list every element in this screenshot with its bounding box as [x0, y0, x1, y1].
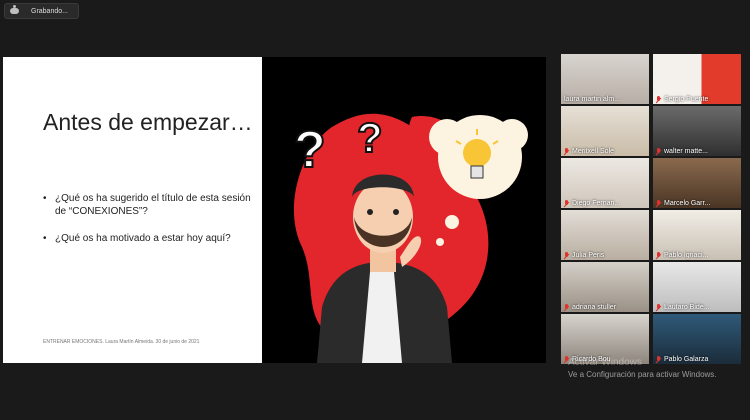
- participant-name: Diego Fernan...: [572, 200, 621, 207]
- slide-illustration: ? ?: [262, 57, 546, 363]
- participant-name: Julia Peris: [572, 252, 605, 259]
- participant-name: Marcelo Garr...: [664, 200, 711, 207]
- muted-mic-icon: [656, 148, 661, 155]
- participant-name: Lautaro Bide...: [664, 304, 710, 311]
- muted-mic-icon: [564, 304, 569, 311]
- participant-tile[interactable]: Meritxell Sole: [561, 106, 649, 156]
- participant-tile[interactable]: Diego Fernan...: [561, 158, 649, 208]
- participant-tile[interactable]: Lautaro Bide...: [653, 262, 741, 312]
- slide-bullet: ¿Qué os ha sugerido el título de esta se…: [43, 192, 253, 218]
- participant-tile[interactable]: walter matte...: [653, 106, 741, 156]
- participant-name: laura martin alm...: [564, 96, 621, 103]
- participant-tile[interactable]: Sergio Puente: [653, 54, 741, 104]
- muted-mic-icon: [564, 200, 569, 207]
- svg-text:?: ?: [357, 114, 383, 161]
- thinking-man-illustration: ? ?: [293, 113, 528, 363]
- participant-tile[interactable]: Julia Peris: [561, 210, 649, 260]
- slide-text-panel: Antes de empezar… ¿Qué os ha sugerido el…: [3, 57, 262, 363]
- recording-label: Grabando...: [31, 7, 68, 15]
- muted-mic-icon: [656, 304, 661, 311]
- muted-mic-icon: [656, 200, 661, 207]
- muted-mic-icon: [564, 148, 569, 155]
- muted-mic-icon: [564, 252, 569, 259]
- slide-bullets: ¿Qué os ha sugerido el título de esta se…: [43, 192, 253, 259]
- muted-mic-icon: [656, 96, 661, 103]
- participant-tile[interactable]: Pablo Ignaci...: [653, 210, 741, 260]
- participant-name: walter matte...: [664, 148, 708, 155]
- windows-activation-title: Activar Windows: [568, 357, 642, 368]
- cloud-record-icon: [10, 5, 19, 14]
- muted-mic-icon: [656, 252, 661, 259]
- shared-screen: Antes de empezar… ¿Qué os ha sugerido el…: [3, 57, 546, 363]
- participant-name: Sergio Puente: [664, 96, 709, 103]
- svg-text:?: ?: [294, 121, 326, 179]
- slide-title: Antes de empezar…: [43, 109, 253, 135]
- participant-name: Meritxell Sole: [572, 148, 615, 155]
- windows-activation-subtitle: Ve a Configuración para activar Windows.: [568, 370, 717, 379]
- participant-tile[interactable]: laura martin alm...: [561, 54, 649, 104]
- participant-name: adriana stuller: [572, 304, 616, 311]
- slide-bullet: ¿Qué os ha motivado a estar hoy aquí?: [43, 232, 253, 245]
- participant-tile[interactable]: Pablo Galarza: [653, 314, 741, 364]
- participant-tile[interactable]: Marcelo Garr...: [653, 158, 741, 208]
- slide-footer: ENTRENAR EMOCIONES. Laura Martín Almeida…: [43, 339, 200, 345]
- participant-tile-active-speaker[interactable]: adriana stuller: [561, 262, 649, 312]
- participant-name: Pablo Ignaci...: [664, 252, 709, 259]
- recording-indicator[interactable]: Grabando...: [4, 3, 79, 19]
- participant-name: Pablo Galarza: [664, 356, 709, 363]
- muted-mic-icon: [656, 356, 661, 363]
